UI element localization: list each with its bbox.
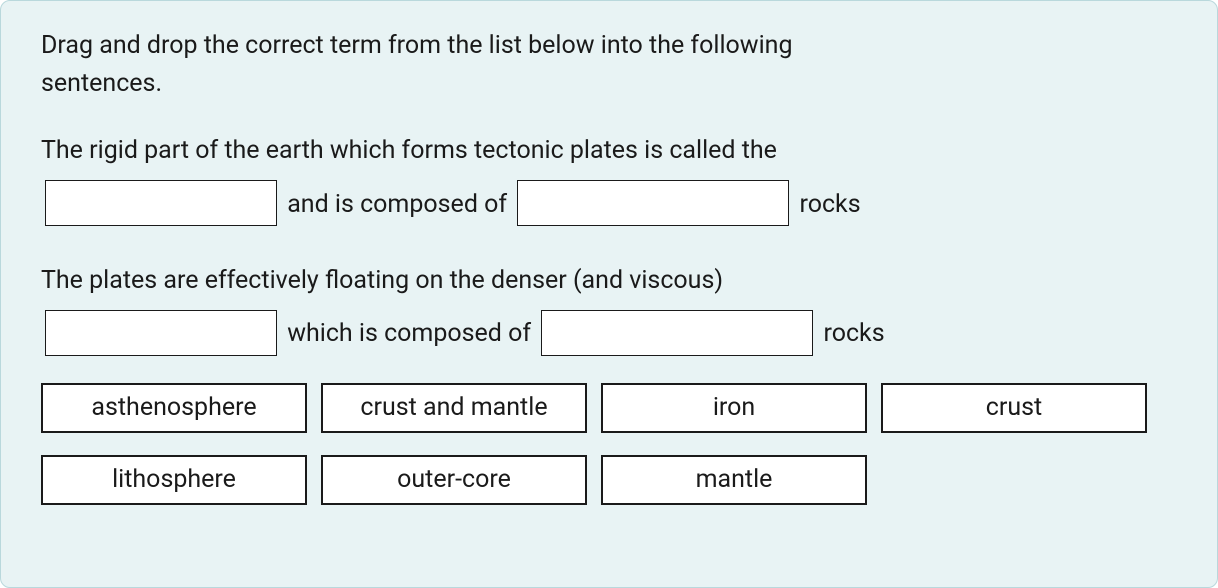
- term-crust[interactable]: crust: [881, 383, 1147, 433]
- drop-target-1[interactable]: [45, 180, 277, 226]
- sentence-1: The rigid part of the earth which forms …: [41, 124, 1177, 232]
- term-outer-core[interactable]: outer-core: [321, 455, 587, 505]
- terms-row-2: lithosphere outer-core mantle: [41, 455, 1177, 505]
- drop-target-4[interactable]: [541, 310, 813, 356]
- sentence-2-part-2: which is composed of: [287, 319, 537, 348]
- sentence-2-part-1: The plates are effectively floating on t…: [41, 266, 723, 295]
- term-lithosphere[interactable]: lithosphere: [41, 455, 307, 505]
- drop-target-2[interactable]: [517, 180, 789, 226]
- question-card: Drag and drop the correct term from the …: [0, 0, 1218, 588]
- term-iron[interactable]: iron: [601, 383, 867, 433]
- drop-target-3[interactable]: [45, 310, 277, 356]
- term-crust-and-mantle[interactable]: crust and mantle: [321, 383, 587, 433]
- sentence-1-part-2: and is composed of: [287, 190, 513, 219]
- term-asthenosphere[interactable]: asthenosphere: [41, 383, 307, 433]
- terms-row-1: asthenosphere crust and mantle iron crus…: [41, 383, 1177, 433]
- instructions-text: Drag and drop the correct term from the …: [41, 27, 901, 102]
- term-mantle[interactable]: mantle: [601, 455, 867, 505]
- sentence-1-part-3: rocks: [799, 190, 860, 219]
- sentence-2-part-3: rocks: [823, 319, 884, 348]
- sentence-2: The plates are effectively floating on t…: [41, 254, 1177, 362]
- terms-container: asthenosphere crust and mantle iron crus…: [41, 383, 1177, 505]
- sentence-1-part-1: The rigid part of the earth which forms …: [41, 136, 777, 165]
